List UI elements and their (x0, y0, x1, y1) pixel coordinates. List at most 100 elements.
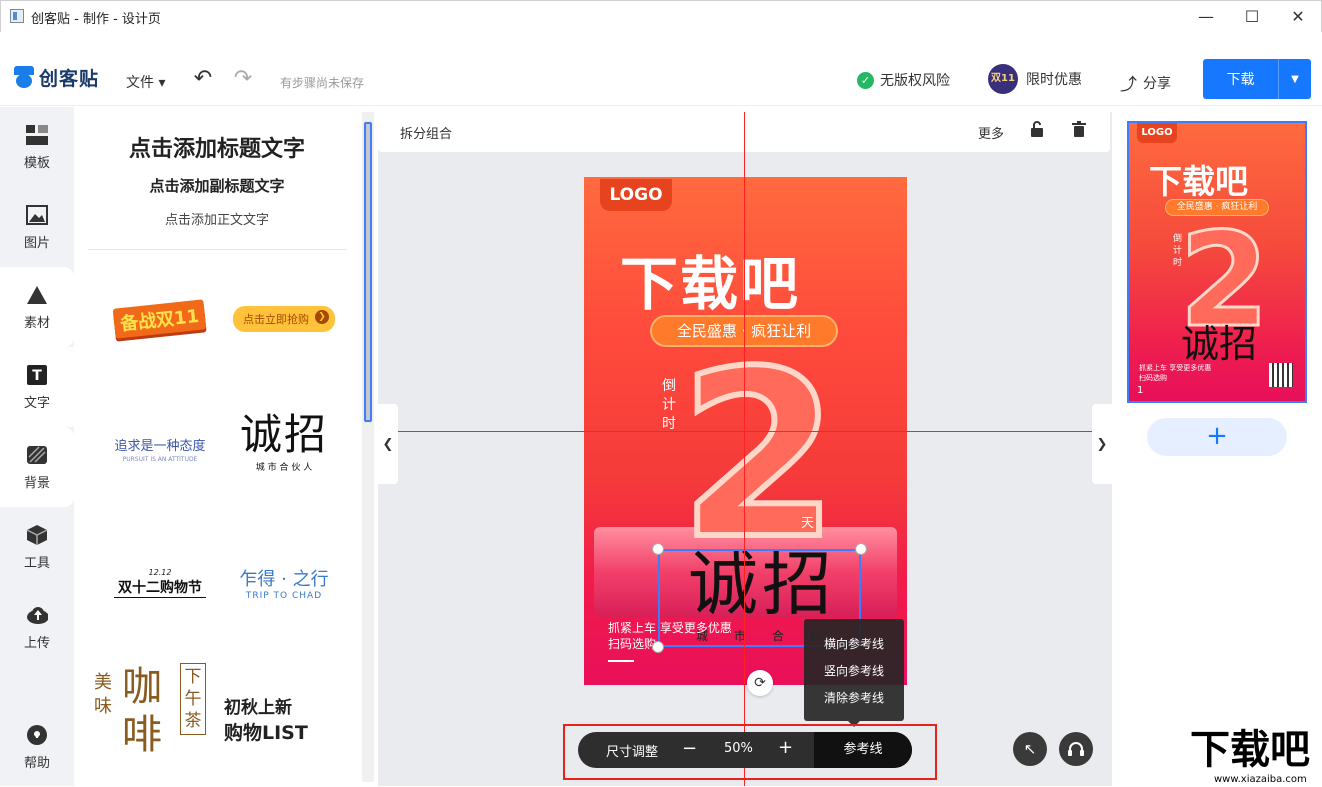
text-template-8[interactable]: 下午茶 (180, 663, 206, 735)
thumb-cta: 抓紧上车 享受更多优惠 扫码选购 (1139, 363, 1211, 383)
no-copyright-label: 无版权风险 (880, 73, 950, 89)
lightbulb-help-icon (26, 724, 48, 746)
template-subtext: 美味 (94, 672, 112, 717)
no-copyright-risk[interactable]: ✓ 无版权风险 (857, 70, 950, 90)
poster-day[interactable]: 天 (801, 512, 814, 531)
nav-label: 工具 (23, 555, 50, 571)
rotate-icon[interactable]: ⟳ (747, 670, 773, 696)
text-template-2[interactable]: 点击立即抢购 ❯ (224, 279, 344, 359)
file-menu[interactable]: 文件 ▾ (126, 72, 165, 92)
text-template-4[interactable]: 诚招 城 市 合 伙 人 (224, 403, 344, 483)
brand-mascot-icon (12, 65, 36, 90)
text-template-3[interactable]: 追求是一种态度 PURSUIT IS AN ATTITUDE (100, 409, 220, 489)
template-text: 追求是一种态度 (114, 439, 206, 454)
window-titlebar: 创客贴 - 制作 - 设计页 — ☐ ✕ (0, 0, 1322, 32)
poster-logo[interactable]: LOGO (600, 179, 672, 211)
nav-item-images[interactable]: 图片 (0, 187, 74, 267)
text-template-6[interactable]: 乍得 · 之行 TRIP TO CHAD (224, 543, 344, 623)
template-grid-icon (26, 124, 48, 146)
nav-item-tools[interactable]: 工具 (0, 507, 74, 587)
resize-handle-tl[interactable] (652, 543, 664, 555)
nav-item-help[interactable]: 帮助 (0, 707, 74, 787)
add-page-button[interactable]: + (1147, 418, 1287, 456)
cursor-arrow-icon[interactable]: ↖ (1013, 732, 1047, 766)
double11-badge-icon: 双11 (988, 64, 1018, 94)
lock-icon[interactable] (1030, 121, 1044, 141)
maximize-button[interactable]: ☐ (1229, 1, 1275, 31)
template-text: 双十二购物节 (114, 577, 206, 598)
add-title-text[interactable]: 点击添加标题文字 (74, 131, 360, 163)
save-status: 有步骤尚未保存 (280, 76, 365, 90)
text-template-1[interactable]: 备战双11 (100, 279, 220, 359)
menu-item-vertical-guide[interactable]: 竖向参考线 (804, 662, 904, 679)
share-button[interactable]: ⤴ 分享 (1120, 70, 1171, 95)
promo-button[interactable]: 双11 限时优惠 (988, 64, 1082, 94)
horizontal-guide-line[interactable] (378, 431, 1112, 432)
nav-item-templates[interactable]: 模板 (0, 107, 74, 187)
page-thumbnail[interactable]: LOGO 下载吧 全民盛惠 · 疯狂让利 2 倒计时 诚招 抓紧上车 享受更多优… (1127, 121, 1307, 403)
resize-handle-tr[interactable] (855, 543, 867, 555)
undo-icon[interactable]: ↶ (190, 68, 216, 90)
template-subtext: 城 市 合 伙 人 (255, 462, 313, 473)
nav-item-background[interactable]: 背景 (0, 427, 74, 507)
poster-big-number[interactable]: 2 (676, 339, 842, 575)
template-text: 诚招 (239, 409, 328, 459)
thumb-qr-code (1269, 363, 1293, 387)
cube-tools-icon (26, 524, 48, 546)
nav-item-upload[interactable]: 上传 (0, 587, 74, 667)
panel-divider (88, 249, 346, 250)
close-button[interactable]: ✕ (1275, 1, 1321, 31)
poster-headline[interactable]: 下载吧 (620, 237, 800, 321)
template-subtext: 12.12 (148, 568, 172, 577)
trash-icon[interactable] (1072, 121, 1086, 141)
add-body-text[interactable]: 点击添加正文文字 (74, 209, 360, 228)
chevron-left-icon[interactable]: ❮ (378, 404, 398, 484)
resize-handle-bl[interactable] (652, 641, 664, 653)
scrollbar-thumb[interactable] (364, 122, 372, 422)
text-template-7[interactable]: 美味 咖啡 (88, 663, 168, 783)
app-icon (10, 9, 24, 23)
vertical-guide-line[interactable] (744, 112, 745, 786)
canvas-workspace[interactable]: 拆分组合 更多 LOGO 下载吧 全民盛惠 · 疯狂让利 2 倒计时 天 诚招 … (378, 112, 1112, 786)
template-subtext: PURSUIT IS AN ATTITUDE (122, 456, 198, 463)
redo-icon[interactable]: ↷ (230, 68, 256, 90)
minimize-button[interactable]: — (1183, 1, 1229, 31)
pages-panel: LOGO 下载吧 全民盛惠 · 疯狂让利 2 倒计时 诚招 抓紧上车 享受更多优… (1112, 112, 1322, 786)
split-group-button[interactable]: 拆分组合 (400, 123, 452, 142)
menu-item-horizontal-guide[interactable]: 横向参考线 (804, 635, 904, 652)
brand-logo[interactable]: 创客贴 (12, 64, 99, 91)
download-dropdown-icon[interactable]: ▼ (1279, 59, 1311, 99)
panel-scrollbar[interactable] (362, 112, 374, 782)
thumb-cta-line1: 抓紧上车 享受更多优惠 (1139, 364, 1212, 372)
nav-item-text[interactable]: T 文字 (0, 347, 74, 427)
nav-label: 背景 (23, 475, 50, 491)
headset-support-icon[interactable] (1059, 732, 1093, 766)
menu-item-clear-guides[interactable]: 清除参考线 (804, 689, 904, 706)
page-number: 1 (1137, 385, 1144, 396)
chevron-right-icon[interactable]: ❯ (1092, 404, 1112, 484)
nav-label: 上传 (23, 635, 50, 651)
thumb-recruit: 诚招 (1181, 322, 1258, 366)
watermark-logo: 下载吧 (1190, 727, 1310, 773)
arrow-right-circle-icon: ❯ (315, 310, 329, 324)
share-label: 分享 (1143, 75, 1171, 92)
left-nav: 模板 图片 素材 T 文字 背景 工具 上传 帮助 (0, 107, 74, 786)
window-title: 创客贴 - 制作 - 设计页 (31, 12, 161, 27)
download-button[interactable]: 下载 ▼ (1203, 59, 1311, 99)
poster-cta-divider (608, 660, 634, 662)
more-button[interactable]: 更多 (978, 123, 1004, 142)
nav-item-elements[interactable]: 素材 (0, 267, 74, 347)
template-subtext: 购物LIST (224, 722, 308, 744)
template-text: 点击立即抢购 (243, 313, 309, 326)
template-text: 初秋上新 (224, 698, 292, 718)
download-label[interactable]: 下载 (1203, 59, 1279, 99)
svg-text:T: T (32, 368, 42, 384)
add-subtitle-text[interactable]: 点击添加副标题文字 (74, 175, 360, 196)
image-icon (26, 204, 48, 226)
text-template-9[interactable]: 初秋上新 购物LIST (224, 679, 344, 759)
text-template-5[interactable]: 12.12 双十二购物节 (100, 543, 220, 623)
highlight-frame (563, 724, 937, 780)
nav-label: 素材 (23, 315, 50, 331)
poster-countdown-label[interactable]: 倒计时 (662, 377, 682, 434)
check-circle-icon: ✓ (857, 71, 874, 89)
